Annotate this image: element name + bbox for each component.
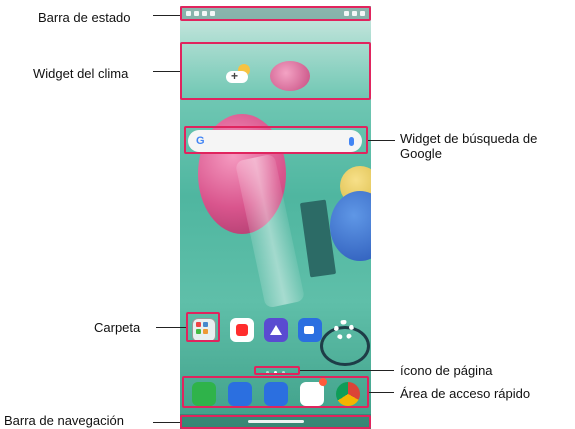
folder-label: Carpeta <box>94 320 141 335</box>
weather-highlight <box>180 42 371 100</box>
gallery-icon[interactable] <box>264 318 288 342</box>
settings-icon[interactable] <box>332 318 356 342</box>
status-bar-label: Barra de estado <box>38 10 131 25</box>
wallpaper-shape <box>330 191 371 261</box>
leader-line <box>368 140 395 141</box>
page-icon-label: ícono de página <box>400 363 493 378</box>
gear-icon <box>334 320 354 340</box>
leader-line <box>153 71 180 72</box>
search-highlight <box>184 126 368 154</box>
dock-highlight <box>182 376 369 408</box>
page-icon-highlight <box>254 366 300 375</box>
status-bar-highlight <box>180 6 371 21</box>
nav-bar-highlight <box>180 415 371 429</box>
leader-line <box>153 15 180 16</box>
nav-bar-label: Barra de navegación <box>4 413 124 428</box>
folder-highlight <box>186 312 220 342</box>
leader-line <box>156 327 186 328</box>
leader-line <box>300 370 394 371</box>
wallpaper-shape <box>299 199 337 278</box>
video-icon[interactable] <box>298 318 322 342</box>
leader-line <box>153 422 180 423</box>
youtube-icon[interactable] <box>230 318 254 342</box>
weather-widget-label: Widget del clima <box>33 66 129 81</box>
search-widget-label: Widget de búsqueda de Google <box>400 131 538 161</box>
leader-line <box>369 392 394 393</box>
quick-access-label: Área de acceso rápido <box>400 386 531 401</box>
